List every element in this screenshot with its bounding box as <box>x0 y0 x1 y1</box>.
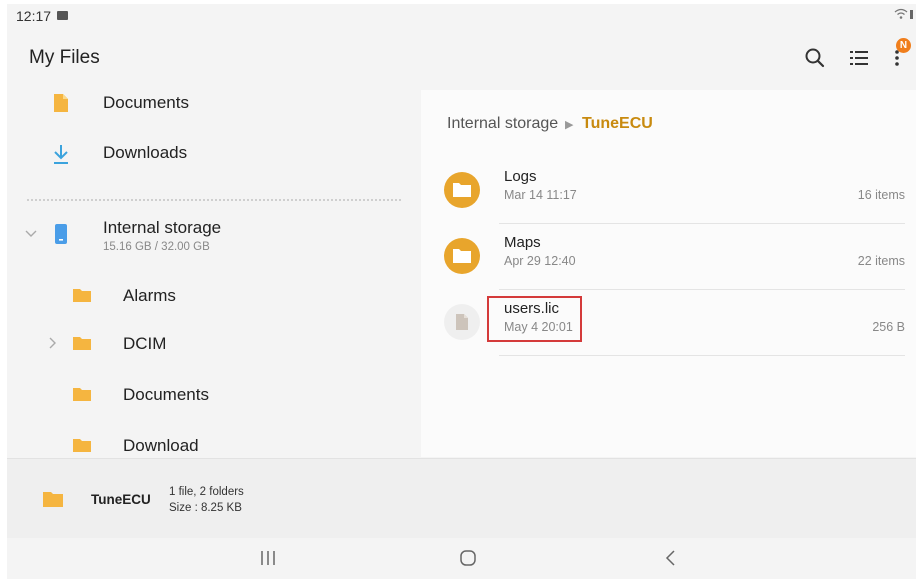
file-list-pane: Internal storage ▶ TuneECU Logs Mar 14 1… <box>421 90 916 457</box>
storage-usage: 15.16 GB / 32.00 GB <box>103 241 210 253</box>
sidebar-folder-label: Documents <box>123 385 209 404</box>
file-name: users.lic <box>504 300 560 317</box>
sidebar-folder-label: DCIM <box>123 334 167 353</box>
list-view-button[interactable] <box>845 44 873 72</box>
sidebar-folder-dcim[interactable]: DCIM <box>7 328 421 360</box>
app-bar: My Files N <box>7 32 916 88</box>
wifi-battery-icon <box>894 8 914 23</box>
file-item-count: 16 items <box>857 188 905 202</box>
item-count: 1 file, 2 folders <box>169 486 244 498</box>
sidebar-folder-download[interactable]: Download <box>7 430 421 457</box>
recents-button[interactable] <box>253 546 283 570</box>
file-name: Maps <box>504 234 541 251</box>
recents-icon <box>261 551 275 565</box>
current-folder-name: TuneECU <box>91 492 151 507</box>
back-button[interactable] <box>656 546 686 570</box>
status-time: 12:17 <box>16 8 52 24</box>
sidebar: Documents Downloads Internal storage 15.… <box>7 90 421 457</box>
folder-icon <box>73 388 91 401</box>
sidebar-item-internal-storage[interactable]: Internal storage 15.16 GB / 32.00 GB <box>7 214 421 256</box>
chevron-down-icon[interactable] <box>24 228 38 238</box>
row-divider <box>499 355 905 356</box>
download-icon <box>54 145 68 164</box>
divider <box>27 199 401 201</box>
file-row-users-lic[interactable]: users.lic May 4 20:01 256 B <box>421 290 916 356</box>
folder-icon <box>444 172 480 208</box>
folder-size: Size : 8.25 KB <box>169 502 242 514</box>
file-date: Apr 29 12:40 <box>504 254 576 268</box>
folder-icon <box>444 238 480 274</box>
system-nav-bar <box>7 538 916 579</box>
sidebar-item-documents[interactable]: Documents <box>7 90 421 122</box>
sidebar-folder-alarms[interactable]: Alarms <box>7 280 421 312</box>
sidebar-folder-documents[interactable]: Documents <box>7 379 421 411</box>
home-icon <box>460 550 476 566</box>
chevron-right-icon[interactable] <box>47 336 57 350</box>
home-button[interactable] <box>453 546 483 570</box>
file-name: Logs <box>504 168 537 185</box>
more-options-button[interactable]: N <box>887 38 911 72</box>
gallery-notification-icon <box>57 11 68 20</box>
notification-badge: N <box>896 38 911 53</box>
file-size: 256 B <box>872 320 905 334</box>
sidebar-item-label: Downloads <box>103 143 188 162</box>
app-title: My Files <box>29 47 100 68</box>
breadcrumb-current[interactable]: TuneECU <box>582 115 653 133</box>
back-icon <box>665 550 675 566</box>
sidebar-folder-label: Download <box>123 436 199 455</box>
document-icon <box>54 94 68 112</box>
sidebar-folder-label: Alarms <box>123 286 176 305</box>
file-icon <box>444 304 480 340</box>
breadcrumb-separator-icon: ▶ <box>565 119 574 131</box>
selection-info-bar: TuneECU 1 file, 2 folders Size : 8.25 KB <box>7 458 916 539</box>
list-view-icon <box>850 51 868 65</box>
file-date: Mar 14 11:17 <box>504 188 577 202</box>
folder-icon <box>73 289 91 302</box>
status-bar: 12:17 <box>7 4 916 28</box>
folder-icon <box>73 337 91 350</box>
file-row-logs[interactable]: Logs Mar 14 11:17 16 items <box>421 158 916 224</box>
folder-icon <box>73 439 91 452</box>
folder-icon <box>43 492 63 507</box>
file-date: May 4 20:01 <box>504 320 573 334</box>
search-icon <box>805 48 825 68</box>
file-item-count: 22 items <box>857 254 905 268</box>
phone-icon <box>55 224 67 244</box>
search-button[interactable] <box>801 44 829 72</box>
sidebar-item-label: Internal storage <box>103 218 222 237</box>
breadcrumb-internal-storage[interactable]: Internal storage <box>447 115 558 133</box>
sidebar-item-label: Documents <box>103 93 189 112</box>
file-row-maps[interactable]: Maps Apr 29 12:40 22 items <box>421 224 916 290</box>
app-window: 12:17 My Files N Documents Downloads Int… <box>7 4 916 579</box>
sidebar-item-downloads[interactable]: Downloads <box>7 140 421 172</box>
